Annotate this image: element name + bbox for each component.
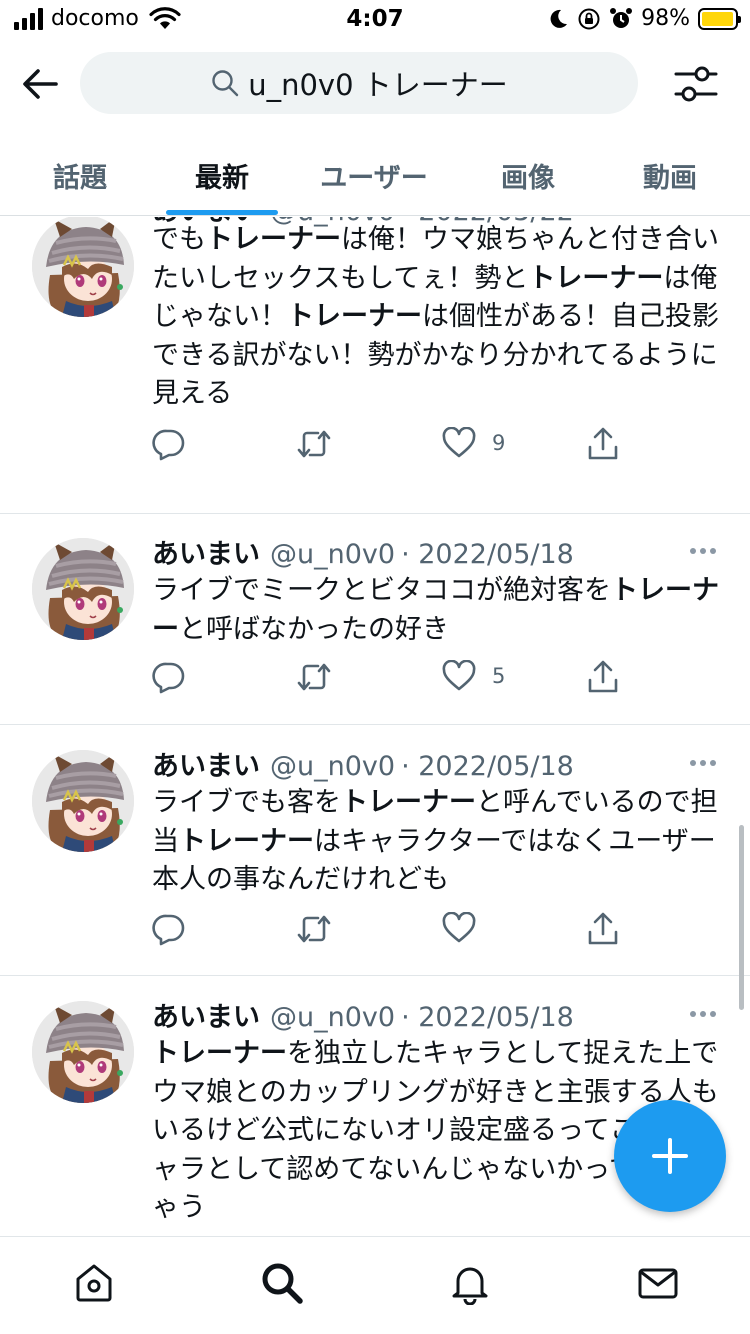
tweet-actions: 9 bbox=[152, 427, 632, 467]
tweet-header: あいまい @u_n0v0 · 2022/05/18 bbox=[152, 744, 574, 783]
heart-icon bbox=[442, 660, 476, 691]
heart-icon bbox=[442, 427, 476, 458]
retweet-icon bbox=[297, 430, 331, 458]
notifications-icon[interactable] bbox=[448, 1261, 492, 1305]
filter-settings-icon[interactable] bbox=[672, 60, 720, 108]
more-options-icon[interactable] bbox=[690, 548, 716, 554]
reply-button[interactable] bbox=[152, 427, 186, 461]
share-icon bbox=[588, 912, 618, 945]
home-icon[interactable] bbox=[72, 1261, 116, 1305]
plus-icon bbox=[652, 1138, 688, 1174]
share-button[interactable] bbox=[586, 427, 620, 461]
orientation-lock-icon bbox=[578, 8, 600, 29]
tweet-actions: 5 bbox=[152, 660, 632, 700]
tab-topics[interactable]: 話題 bbox=[30, 138, 130, 216]
display-name[interactable]: あいまい bbox=[152, 751, 260, 782]
tweet-text: でもトレーナーは俺！ウマ娘ちゃんと付き合いたいしセックスもしてぇ！勢とトレーナー… bbox=[152, 224, 719, 409]
share-icon bbox=[588, 660, 618, 693]
tab-users[interactable]: ユーザー bbox=[300, 138, 448, 216]
tweet-actions bbox=[152, 912, 632, 952]
like-button[interactable] bbox=[442, 912, 492, 944]
search-query: u_n0v0 トレーナー bbox=[248, 68, 508, 102]
tweet-header: あいまい @u_n0v0 · 2022/05/18 bbox=[152, 532, 574, 571]
handle[interactable]: @u_n0v0 bbox=[270, 539, 395, 570]
status-bar: docomo 4:07 98% bbox=[0, 0, 750, 40]
more-options-icon[interactable] bbox=[690, 760, 716, 766]
reply-icon bbox=[152, 662, 185, 694]
more-options-icon[interactable] bbox=[690, 1011, 716, 1017]
tweet-text: ライブでも客をトレーナーと呼んでいるので担当トレーナーはキャラクターではなくユー… bbox=[152, 787, 718, 895]
share-icon bbox=[588, 427, 618, 460]
handle[interactable]: @u_n0v0 bbox=[270, 1002, 395, 1033]
display-name[interactable]: あいまい bbox=[152, 1002, 260, 1033]
avatar[interactable] bbox=[32, 750, 134, 852]
search-input[interactable]: u_n0v0 トレーナー bbox=[80, 52, 638, 114]
handle[interactable]: @u_n0v0 bbox=[270, 751, 395, 782]
retweet-button[interactable] bbox=[296, 660, 332, 694]
back-arrow-icon[interactable] bbox=[18, 62, 62, 106]
tweet[interactable]: あいまい @u_n0v0 · 2022/05/18 ライブでミークとビタココが絶対客… bbox=[0, 514, 750, 725]
reply-icon bbox=[152, 914, 185, 946]
retweet-icon bbox=[297, 663, 331, 691]
like-count: 9 bbox=[492, 431, 506, 455]
reply-button[interactable] bbox=[152, 912, 186, 946]
search-tabs: 話題 最新 ユーザー 画像 動画 bbox=[0, 138, 750, 216]
battery-icon bbox=[698, 7, 741, 30]
retweet-button[interactable] bbox=[296, 427, 332, 461]
reply-icon bbox=[152, 429, 185, 461]
tweet-date[interactable]: · 2022/05/18 bbox=[401, 751, 574, 782]
tweet-feed[interactable]: あいまい@u_n0v0· 2022/05/22 でもトレーナーは俺！ウマ娘ちゃん… bbox=[0, 217, 750, 1235]
share-button[interactable] bbox=[586, 660, 620, 694]
tweet[interactable]: あいまい @u_n0v0 · 2022/05/18 ライブでも客をトレーナーと呼んで… bbox=[0, 726, 750, 976]
scrollbar[interactable] bbox=[739, 825, 744, 1010]
heart-icon bbox=[442, 912, 476, 943]
like-button[interactable]: 9 bbox=[442, 427, 505, 459]
display-name[interactable]: あいまい bbox=[152, 539, 260, 570]
tab-images[interactable]: 画像 bbox=[478, 138, 578, 216]
bottom-navigation bbox=[0, 1236, 750, 1334]
tweet-date[interactable]: · 2022/05/18 bbox=[401, 1002, 574, 1033]
tab-videos[interactable]: 動画 bbox=[620, 138, 720, 216]
moon-icon bbox=[550, 9, 568, 28]
compose-tweet-button[interactable] bbox=[614, 1100, 726, 1212]
alarm-icon bbox=[610, 7, 633, 28]
battery-percent: 98% bbox=[641, 6, 690, 31]
search-icon bbox=[212, 70, 239, 97]
avatar[interactable] bbox=[32, 1001, 134, 1103]
like-count: 5 bbox=[492, 664, 506, 688]
share-button[interactable] bbox=[586, 912, 620, 946]
retweet-button[interactable] bbox=[296, 912, 332, 946]
tweet-header: あいまい @u_n0v0 · 2022/05/18 bbox=[152, 995, 574, 1034]
tweet-date[interactable]: · 2022/05/18 bbox=[401, 539, 574, 570]
tab-latest[interactable]: 最新 bbox=[166, 138, 278, 216]
messages-icon[interactable] bbox=[636, 1261, 680, 1305]
retweet-icon bbox=[297, 915, 331, 943]
active-tab-indicator bbox=[166, 210, 278, 215]
avatar[interactable] bbox=[32, 217, 134, 317]
tweet-text: ライブでミークとビタココが絶対客をトレーナーと呼ばなかったの好き bbox=[152, 575, 719, 645]
avatar[interactable] bbox=[32, 538, 134, 640]
search-nav-icon[interactable] bbox=[260, 1261, 304, 1305]
reply-button[interactable] bbox=[152, 660, 186, 694]
search-header: u_n0v0 トレーナー bbox=[0, 48, 750, 120]
tweet[interactable]: あいまい@u_n0v0· 2022/05/22 でもトレーナーは俺！ウマ娘ちゃん… bbox=[0, 217, 750, 514]
like-button[interactable]: 5 bbox=[442, 660, 505, 692]
